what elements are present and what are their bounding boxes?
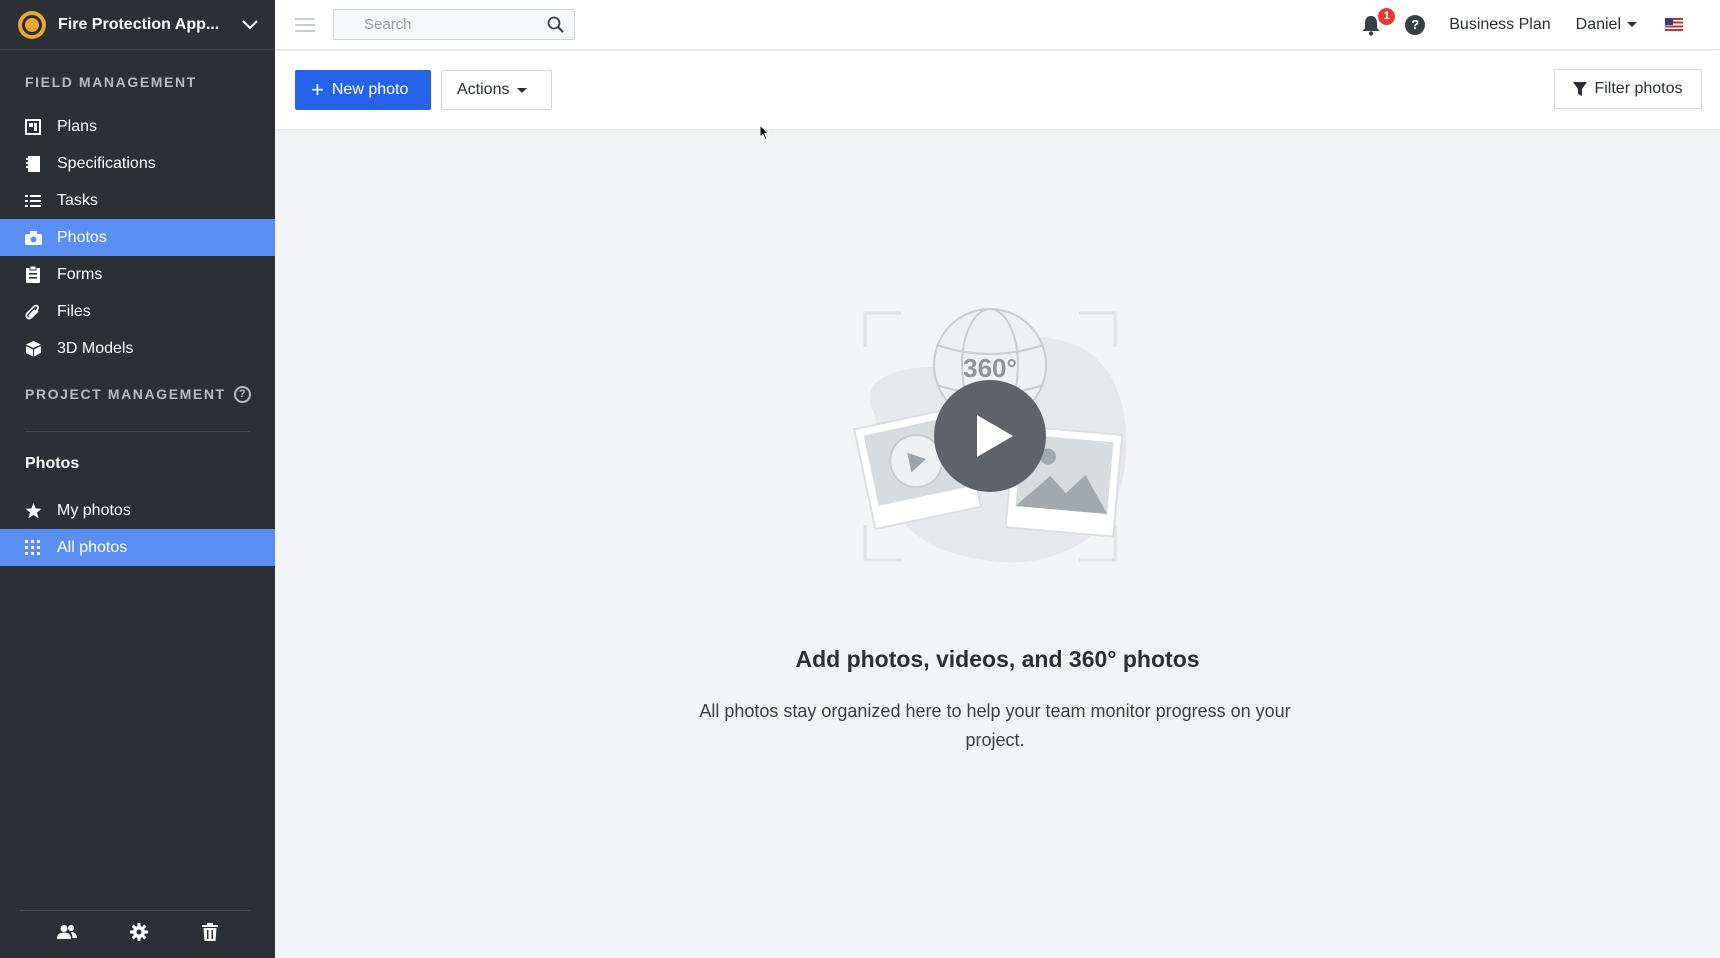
caret-down-icon <box>517 87 528 93</box>
project-logo-icon <box>18 10 46 39</box>
grid-icon <box>24 539 42 557</box>
gear-icon[interactable] <box>130 922 149 946</box>
sidebar-item-photos[interactable]: Photos <box>0 219 275 256</box>
field-management-title: FIELD MANAGEMENT <box>25 74 197 90</box>
trash-icon[interactable] <box>202 922 219 946</box>
empty-state-title: Add photos, videos, and 360° photos <box>795 646 1200 672</box>
specifications-icon <box>24 155 42 173</box>
forms-icon <box>24 266 42 284</box>
actions-label: Actions <box>457 81 510 98</box>
help-button[interactable]: ? <box>1405 14 1426 35</box>
filter-photos-label: Filter photos <box>1594 80 1683 97</box>
sidebar-item-label: Tasks <box>57 191 98 209</box>
users-icon[interactable] <box>56 924 77 945</box>
sidebar-footer <box>0 910 275 958</box>
cube-icon <box>24 340 42 358</box>
sidebar-item-label: Forms <box>57 265 103 283</box>
user-name: Daniel <box>1575 15 1621 33</box>
sidebar-item-3d-models[interactable]: 3D Models <box>0 330 275 367</box>
topbar: Search 1 ? Business Plan Daniel <box>275 0 1720 50</box>
filter-icon <box>1573 81 1588 96</box>
project-switcher[interactable]: Fire Protection App... <box>0 0 275 50</box>
search-input[interactable]: Search <box>333 9 575 40</box>
sidebar-item-files[interactable]: Files <box>0 293 275 330</box>
project-management-title: PROJECT MANAGEMENT ? <box>0 384 275 404</box>
topbar-right: 1 ? Business Plan Daniel <box>1361 7 1683 36</box>
sidebar-item-my-photos[interactable]: My photos <box>0 492 275 529</box>
sidebar-item-label: Plans <box>57 117 98 135</box>
sidebar-item-label: Files <box>57 302 91 320</box>
filter-photos-button[interactable]: Filter photos <box>1554 69 1702 109</box>
business-plan-link[interactable]: Business Plan <box>1449 16 1550 34</box>
photos-empty-illustration: 360° <box>853 308 1127 563</box>
camera-icon <box>24 229 42 247</box>
user-menu[interactable]: Daniel <box>1576 16 1637 34</box>
new-photo-button[interactable]: + New photo <box>295 70 431 110</box>
actions-dropdown[interactable]: Actions <box>441 70 552 110</box>
search-placeholder: Search <box>364 16 412 33</box>
badge-360: 360° <box>963 353 1017 383</box>
sidebar-item-label: 3D Models <box>57 339 134 357</box>
photos-section-title: Photos <box>25 455 80 472</box>
sidebar-item-plans[interactable]: Plans <box>0 108 275 145</box>
search-icon[interactable] <box>547 16 564 33</box>
star-icon <box>24 502 42 520</box>
sidebar-item-forms[interactable]: Forms <box>0 256 275 293</box>
plus-icon: + <box>311 77 324 102</box>
paperclip-icon <box>24 303 42 321</box>
sidebar-item-tasks[interactable]: Tasks <box>0 182 275 219</box>
empty-state: 360° Add photos, videos, and 360° photos… <box>275 129 1720 958</box>
plans-icon <box>24 118 42 136</box>
sidebar-item-label: Specifications <box>57 154 156 172</box>
divider <box>25 431 250 432</box>
project-management-label: PROJECT MANAGEMENT <box>25 386 226 402</box>
photos-toolbar: + New photo Actions Filter photos <box>275 51 1720 141</box>
chevron-down-icon <box>242 19 258 29</box>
sidebar-item-label: Photos <box>57 228 107 246</box>
new-photo-label: New photo <box>331 81 409 98</box>
sidebar-item-label: My photos <box>57 501 131 519</box>
hamburger-menu-icon[interactable] <box>295 14 315 36</box>
sidebar: Fire Protection App... FIELD MANAGEMENT … <box>0 0 275 958</box>
sidebar-item-all-photos[interactable]: All photos <box>0 529 275 566</box>
notifications-button[interactable]: 1 <box>1361 7 1396 36</box>
us-flag-icon[interactable] <box>1665 18 1683 31</box>
caret-down-icon <box>1627 22 1637 27</box>
tasks-icon <box>24 192 42 210</box>
project-name: Fire Protection App... <box>58 15 220 33</box>
help-circle-icon[interactable]: ? <box>233 385 251 403</box>
sidebar-item-specifications[interactable]: Specifications <box>0 145 275 182</box>
sidebar-item-label: All photos <box>57 538 128 556</box>
notification-badge: 1 <box>1378 7 1396 25</box>
empty-state-description: All photos stay organized here to help y… <box>699 701 1291 750</box>
